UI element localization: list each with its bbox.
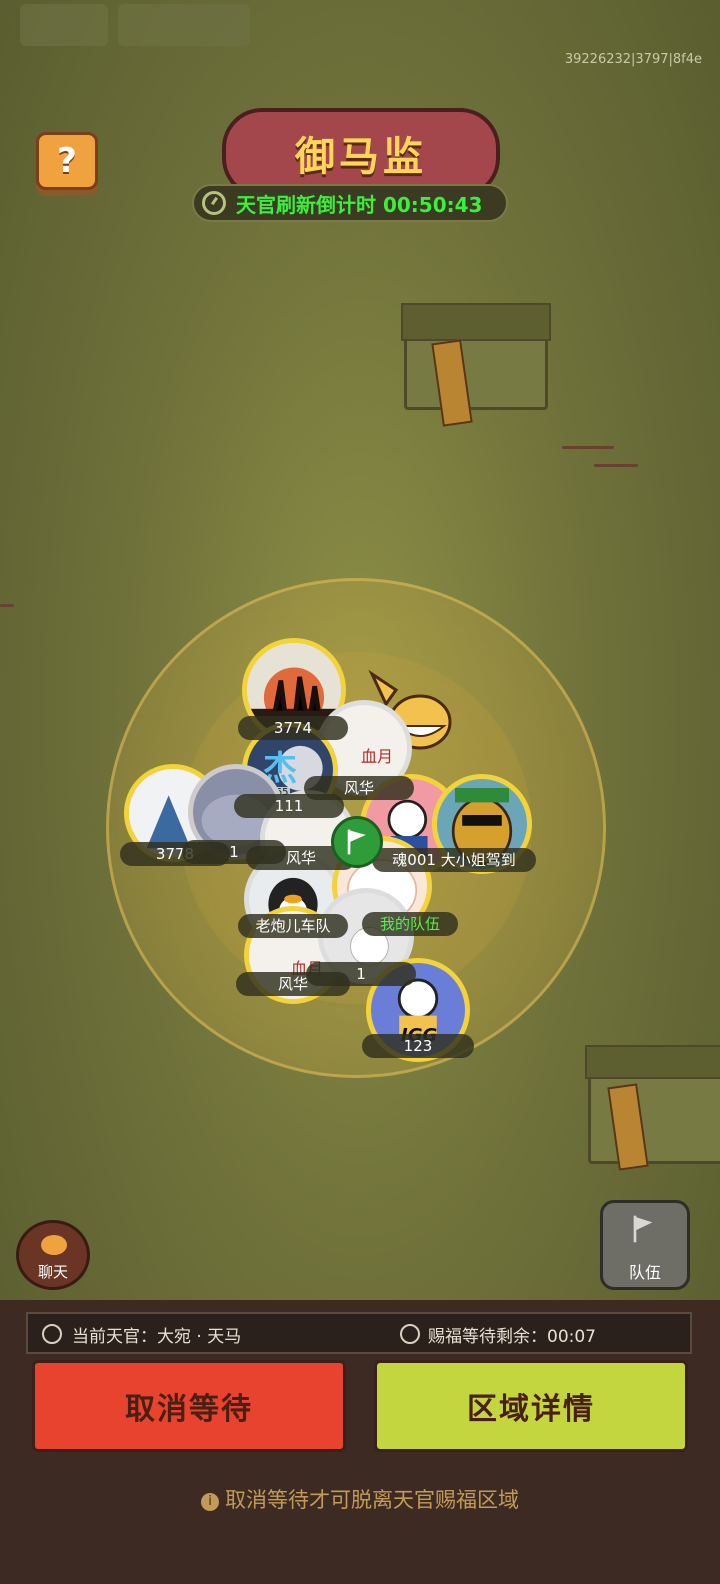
team-button[interactable]: 队伍 [600, 1200, 690, 1290]
house-decoration [585, 1045, 720, 1171]
clock-icon [202, 191, 226, 215]
player-name: 1 [306, 962, 416, 986]
cancel-wait-button[interactable]: 取消等待 [32, 1360, 346, 1452]
page-title: 御马监 [295, 134, 427, 180]
player-name: 老炮儿车队 [238, 914, 348, 938]
chat-icon [41, 1235, 67, 1255]
player-name: 123 [362, 1034, 474, 1058]
official-icon [42, 1324, 62, 1344]
ground-line [562, 446, 614, 449]
info-bar: 当前天官：大宛 · 天马 赐福等待剩余：00:07 [26, 1312, 692, 1354]
area-details-button[interactable]: 区域详情 [374, 1360, 688, 1452]
house-decoration [401, 303, 551, 427]
my-team-label: 我的队伍 [362, 912, 458, 936]
refresh-countdown: 天官刷新倒计时 00:50:43 [192, 184, 508, 222]
footer-note: i 取消等待才可脱离天官赐福区域 [0, 1484, 720, 1514]
help-button[interactable]: ? [36, 132, 98, 190]
countdown-text: 天官刷新倒计时 00:50:43 [236, 192, 483, 217]
build-id: 39226232|3797|8f4e [564, 52, 702, 67]
footer-note-text: 取消等待才可脱离天官赐福区域 [225, 1488, 519, 1512]
blessing-wait-time: 赐福等待剩余：00:07 [428, 1327, 596, 1347]
player-name: 111 [234, 794, 344, 818]
team-label: 队伍 [628, 1263, 661, 1282]
status-bar [0, 0, 260, 52]
player-name: 魂001 大小姐驾到 [372, 848, 536, 872]
avatar-caption: 血月 [361, 747, 394, 766]
chat-label: 聊天 [37, 1263, 68, 1281]
ground-line [594, 464, 638, 467]
player-name: 3774 [238, 716, 348, 740]
clock-icon [400, 1324, 420, 1344]
current-official: 当前天官：大宛 · 天马 [72, 1327, 242, 1347]
team-flag-icon[interactable] [331, 816, 383, 868]
chat-button[interactable]: 聊天 [16, 1220, 90, 1290]
help-icon: ? [57, 141, 77, 181]
ground-line [0, 604, 14, 607]
info-icon: i [201, 1493, 219, 1511]
